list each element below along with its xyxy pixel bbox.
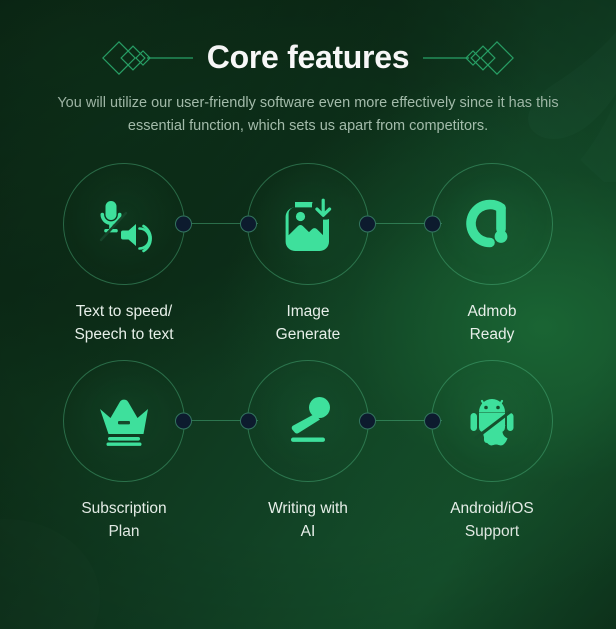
- diamond-ornament-right-icon: [423, 41, 515, 75]
- connector-dot: [240, 215, 257, 233]
- feature-label: Writing with AI: [268, 500, 348, 540]
- section-subtitle: You will utilize our user-friendly softw…: [57, 95, 559, 135]
- connector-dot: [424, 412, 441, 430]
- feature-label: Image Generate: [275, 302, 341, 343]
- feature-subscription-plan[interactable]: Subscription Plan: [32, 360, 216, 543]
- microphone-speaker-icon: [93, 193, 155, 255]
- feature-label: Text to speed/ Speech to text: [74, 302, 174, 343]
- features-grid: Text to speed/ Speech to text Image Gene…: [0, 162, 616, 544]
- feature-row: Subscription Plan Writing with AI Androi…: [0, 360, 616, 543]
- feature-image-generate[interactable]: Image Generate: [216, 162, 400, 346]
- feature-circle: [63, 360, 192, 483]
- feature-circle: [424, 162, 553, 285]
- feature-label: Admob Ready: [467, 302, 517, 343]
- image-generate-icon: [277, 193, 339, 255]
- feature-text-to-speech[interactable]: Text to speed/ Speech to text: [32, 162, 216, 346]
- android-apple-icon: [461, 390, 523, 452]
- pen-writing-icon: [277, 390, 339, 452]
- feature-writing-with-ai[interactable]: Writing with AI: [216, 360, 400, 543]
- feature-circle: [240, 360, 376, 483]
- connector-dot: [359, 215, 376, 233]
- feature-android-ios-support[interactable]: Android/iOS Support: [400, 360, 584, 543]
- admob-icon: [461, 193, 523, 255]
- feature-label: Subscription Plan: [81, 500, 167, 540]
- core-features-section: Core features You will utilize our user-…: [0, 0, 616, 629]
- connector-dot: [240, 412, 257, 430]
- page-title: Core features: [206, 39, 410, 76]
- diamond-ornament-left-icon: [101, 41, 193, 75]
- section-header: Core features You will utilize our user-…: [0, 0, 616, 139]
- feature-circle: [240, 162, 376, 285]
- feature-circle: [424, 360, 553, 483]
- title-row: Core features: [0, 40, 616, 76]
- crown-icon: [93, 390, 155, 452]
- feature-circle: [63, 162, 192, 285]
- feature-label: Android/iOS Support: [450, 500, 534, 540]
- feature-admob-ready[interactable]: Admob Ready: [400, 162, 584, 346]
- connector-dot: [424, 215, 441, 233]
- connector-dot: [175, 412, 192, 430]
- connector-dot: [359, 412, 376, 430]
- feature-row: Text to speed/ Speech to text Image Gene…: [0, 162, 616, 346]
- connector-dot: [175, 215, 192, 233]
